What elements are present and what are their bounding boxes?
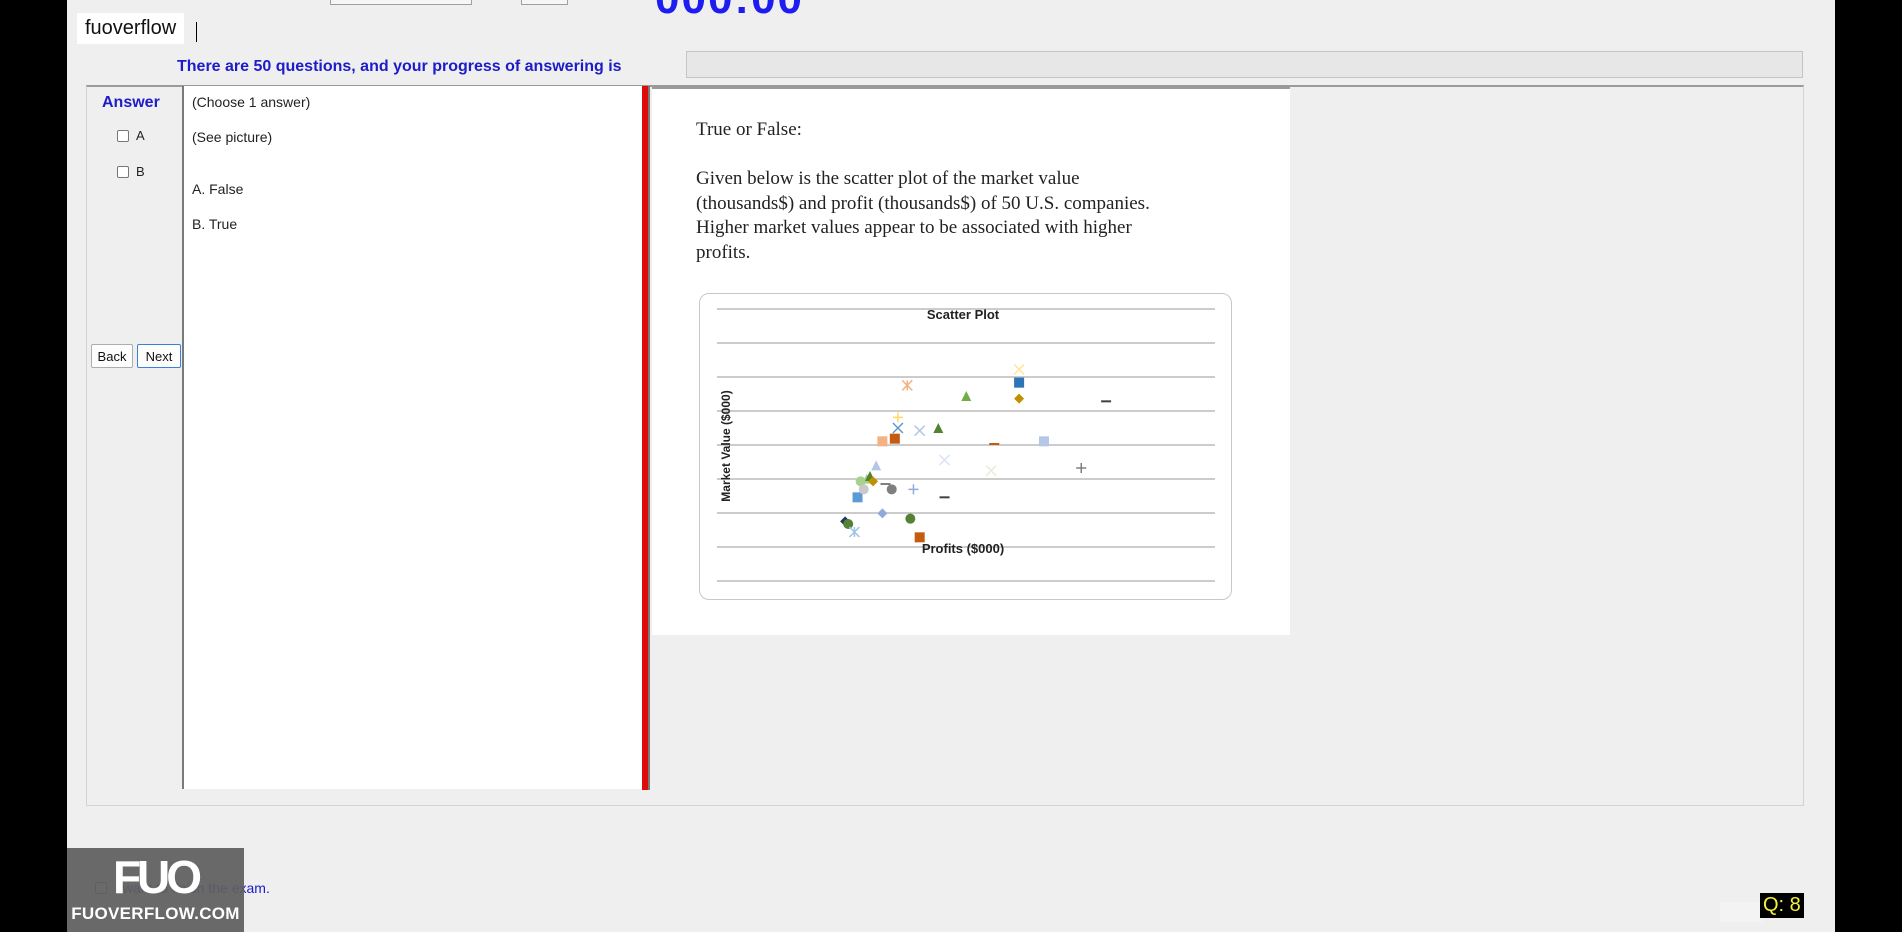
chart-points: [840, 363, 1112, 543]
chart-canvas: Scatter Plot Profits ($000) Market Value…: [717, 307, 1215, 582]
next-button[interactable]: Next: [137, 344, 181, 368]
question-line: (thousands$) and profit (thousands$) of …: [696, 192, 1150, 214]
answer-option-b[interactable]: B: [117, 164, 145, 179]
chart-point: [961, 391, 972, 401]
chart-title: Scatter Plot: [927, 307, 1000, 322]
answer-title: Answer: [102, 94, 160, 111]
chart-point: [905, 513, 916, 524]
progress-label: There are 50 questions, and your progres…: [177, 58, 622, 75]
chart-point: [933, 423, 944, 433]
progress-bar: [686, 51, 1803, 78]
answer-option-label: A: [136, 128, 145, 143]
chart-point: [871, 460, 882, 471]
choose-instruction: (Choose 1 answer): [192, 94, 311, 110]
watermark-tag: fuoverflow: [77, 13, 185, 44]
chart-point: [1076, 463, 1087, 473]
question-heading: True or False:: [696, 119, 802, 140]
back-button[interactable]: Back: [91, 344, 133, 368]
question-line: profits.: [696, 241, 751, 263]
chart-point: [1013, 363, 1025, 375]
chart-point: [892, 412, 903, 423]
chart-point: [908, 484, 919, 495]
question-panel: True or False: Given below is the scatte…: [652, 86, 1290, 635]
chart-point: [843, 519, 854, 529]
chart-point: [889, 433, 900, 444]
fuoverflow-logo: FUO FUOVERFLOW.COM: [67, 848, 244, 932]
splitter[interactable]: [642, 86, 650, 790]
top-small-box[interactable]: [521, 0, 568, 5]
chart-point: [848, 526, 860, 538]
choice-b-text: B. True: [192, 216, 238, 232]
chart-point: [892, 422, 904, 434]
exam-timer: 000:00: [655, 0, 804, 24]
counter-backdrop: [1720, 902, 1762, 922]
chart-point: [914, 532, 925, 543]
top-combo-box[interactable]: [330, 0, 472, 5]
question-counter: Q: 8: [1760, 893, 1804, 918]
logo-mark: FUO: [112, 851, 202, 903]
scatter-chart: Scatter Plot Profits ($000) Market Value…: [699, 293, 1232, 600]
logo-text: FUOVERFLOW.COM: [71, 904, 240, 923]
answer-option-label: B: [136, 164, 145, 179]
chart-point: [858, 484, 869, 495]
question-line: Given below is the scatter plot of the m…: [696, 168, 1080, 189]
chart-point: [852, 492, 863, 503]
chart-y-axis-label: Market Value ($000): [719, 390, 733, 501]
chart-point: [914, 425, 926, 437]
options-panel: (Choose 1 answer) (See picture) A. False…: [182, 86, 645, 789]
chart-x-axis-label: Profits ($000): [922, 541, 1004, 556]
choice-a-text: A. False: [192, 181, 244, 197]
chart-point: [985, 465, 997, 477]
chart-point: [1038, 436, 1049, 447]
text-caret: [196, 22, 197, 42]
chart-point: [1014, 393, 1025, 404]
chart-point: [877, 508, 888, 519]
answer-checkbox-b[interactable]: [117, 165, 129, 178]
chart-point: [901, 379, 913, 391]
chart-point: [877, 436, 888, 447]
see-picture-note: (See picture): [192, 129, 273, 145]
answer-checkbox-a[interactable]: [117, 129, 129, 142]
answer-option-a[interactable]: A: [117, 128, 145, 143]
chart-point: [1014, 377, 1025, 388]
chart-point: [939, 454, 951, 466]
chart-point: [886, 484, 897, 495]
question-line: Higher market values appear to be associ…: [696, 217, 1132, 238]
